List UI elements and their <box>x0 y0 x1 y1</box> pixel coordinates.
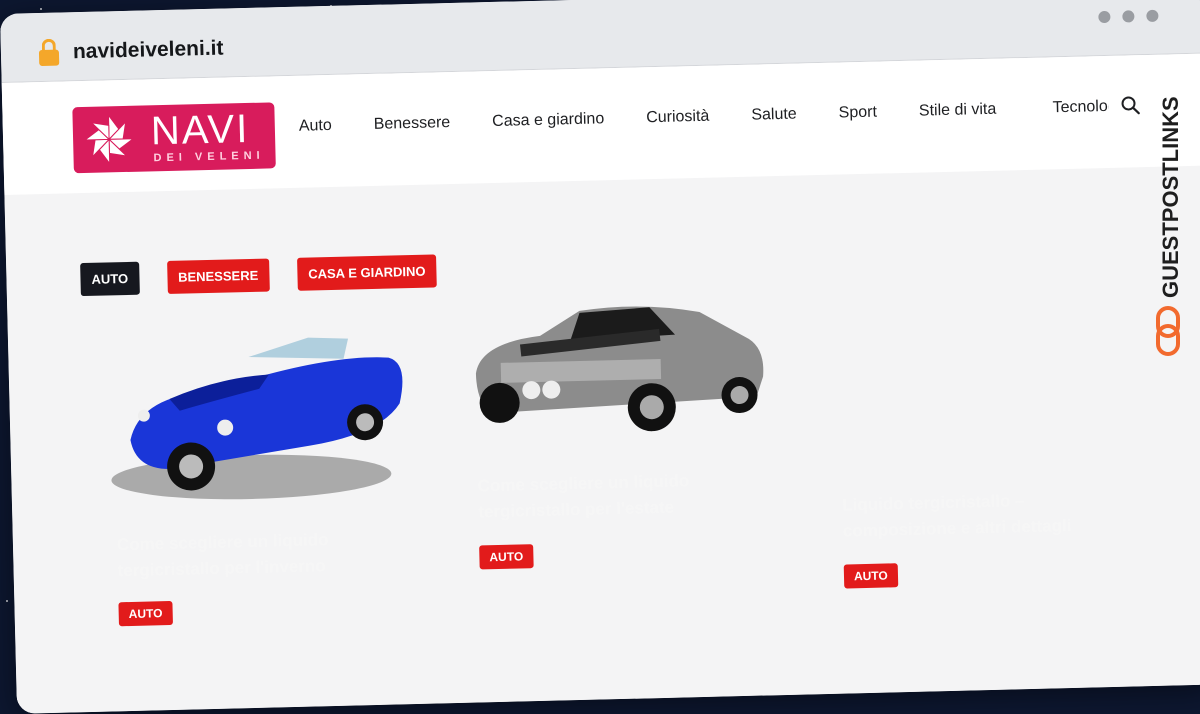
lock-icon <box>38 38 60 67</box>
nav-item-casa-e-giardino[interactable]: Casa e giardino <box>492 110 604 131</box>
browser-window: navideiveleni.it NAVI DEI VELENI Auto Be… <box>0 0 1200 714</box>
post-title[interactable]: Come scegliere un liquido tergicristallo… <box>117 526 378 584</box>
blue-roadster-image[interactable] <box>108 313 413 510</box>
post-card: Come scegliere un liquido tergicristallo… <box>108 313 435 627</box>
post-card: Liquido tergicristallo – composizione e … <box>842 485 1145 612</box>
chain-link-icon <box>1156 306 1180 356</box>
guestpostlinks-watermark: GUESTPOSTLINKS <box>1156 96 1183 356</box>
nav-item-curiosita[interactable]: Curiosità <box>646 108 710 128</box>
post-title[interactable]: Come scegliere un liquido tergicristallo… <box>477 467 738 525</box>
category-tag-auto[interactable]: AUTO <box>80 261 140 297</box>
nav-item-auto[interactable]: Auto <box>299 117 332 136</box>
nav-item-benessere[interactable]: Benessere <box>374 114 451 134</box>
post-badge[interactable]: AUTO <box>479 544 534 570</box>
pinwheel-logo-icon <box>83 113 135 165</box>
nav-item-sport[interactable]: Sport <box>838 104 877 123</box>
post-card: Come scegliere un liquido tergicristallo… <box>469 296 796 604</box>
site-logo[interactable]: NAVI DEI VELENI <box>72 102 276 174</box>
window-dot-icon[interactable] <box>1146 9 1159 22</box>
logo-subtext: DEI VELENI <box>153 149 265 165</box>
window-controls <box>1098 9 1159 24</box>
nav-item-tecnologia-wrapper: Tecnologia <box>1052 98 1108 117</box>
window-dot-icon[interactable] <box>1098 10 1111 24</box>
grey-muscle-car-image[interactable] <box>469 296 772 443</box>
window-dot-icon[interactable] <box>1122 10 1135 23</box>
search-icon[interactable] <box>1120 95 1140 115</box>
page-content: NAVI DEI VELENI Auto Benessere Casa e gi… <box>1 53 1200 714</box>
logo-text: NAVI <box>150 106 250 154</box>
nav-item-salute[interactable]: Salute <box>751 106 797 125</box>
main-nav: Auto Benessere Casa e giardino Curiosità… <box>299 101 997 136</box>
category-tag-casa-e-giardino[interactable]: CASA E GIARDINO <box>296 254 437 291</box>
watermark-text: GUESTPOSTLINKS <box>1158 96 1183 298</box>
category-tag-benessere[interactable]: BENESSERE <box>166 258 270 294</box>
post-title[interactable]: Liquido tergicristallo – composizione e … <box>842 486 1103 544</box>
address-bar[interactable]: navideiveleni.it <box>73 37 224 65</box>
nav-item-stile-di-vita[interactable]: Stile di vita <box>919 101 997 121</box>
post-badge[interactable]: AUTO <box>843 563 899 589</box>
post-badge[interactable]: AUTO <box>118 600 173 627</box>
nav-item-tecnologia[interactable]: Tecnologia <box>1052 98 1108 116</box>
category-tags: AUTO BENESSERE CASA E GIARDINO <box>80 254 437 297</box>
